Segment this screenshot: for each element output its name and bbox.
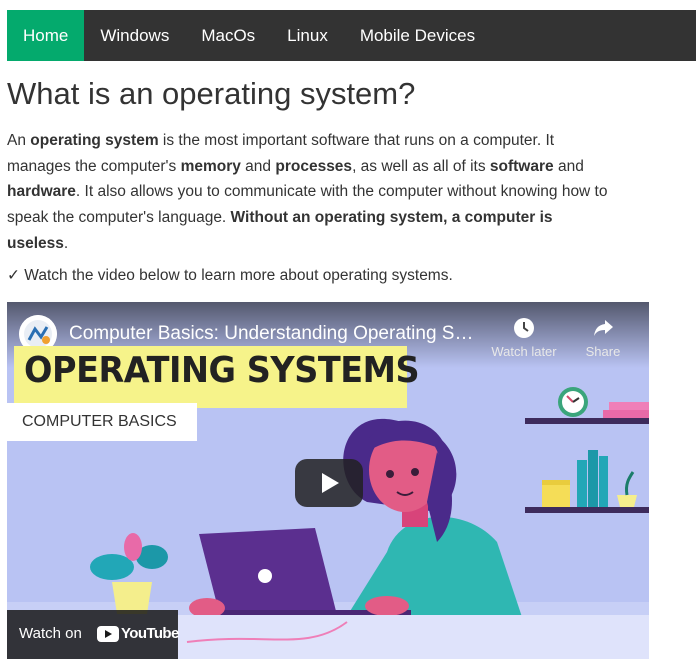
intro-text: , as well as all of its (352, 157, 490, 175)
nav-macos[interactable]: MacOs (185, 10, 271, 61)
nav-mobile-devices[interactable]: Mobile Devices (344, 10, 491, 61)
intro-bold-operating-system: operating system (30, 132, 159, 149)
video-embed[interactable]: Computer Basics: Understanding Operating… (7, 302, 649, 659)
play-icon (322, 473, 339, 493)
intro-text: and (553, 157, 584, 175)
intro-text: and (240, 157, 276, 175)
youtube-logo-text: YouTube (121, 625, 179, 642)
page-title: What is an operating system? (7, 76, 416, 111)
thumbnail-banner-subtitle-text: COMPUTER BASICS (22, 413, 177, 430)
share-button[interactable]: Share (563, 316, 643, 359)
watch-video-note: ✓ Watch the video below to learn more ab… (7, 267, 453, 284)
clock-icon (514, 318, 534, 338)
intro-bold-memory: memory (180, 157, 241, 175)
play-button[interactable] (295, 459, 363, 507)
intro-bold-software: software (489, 157, 554, 175)
intro-text: . (63, 234, 69, 252)
intro-bold-hardware: hardware (7, 183, 76, 201)
nav-home[interactable]: Home (7, 10, 85, 61)
watch-on-youtube-button[interactable]: Watch on YouTube (7, 610, 179, 659)
share-arrow-icon (594, 320, 613, 336)
share-label: Share (585, 344, 621, 359)
video-title[interactable]: Computer Basics: Understanding Operating… (69, 323, 479, 345)
watch-later-label: Watch later (491, 344, 557, 359)
intro-paragraph: An operating system is the most importan… (7, 128, 617, 257)
top-navbar: Home Windows MacOs Linux Mobile Devices (7, 10, 696, 61)
youtube-logo-icon (97, 626, 119, 642)
intro-bold-processes: processes (275, 157, 353, 175)
nav-linux[interactable]: Linux (271, 10, 344, 61)
watch-later-button[interactable]: Watch later (484, 316, 564, 359)
thumbnail-banner-title-text: OPERATING SYSTEMS (24, 350, 420, 391)
thumbnail-banner-subtitle: COMPUTER BASICS (7, 403, 197, 441)
watch-on-label: Watch on (19, 625, 82, 642)
thumbnail-banner-title: OPERATING SYSTEMS (14, 346, 420, 408)
nav-windows[interactable]: Windows (84, 10, 185, 61)
intro-text: An (7, 132, 31, 149)
